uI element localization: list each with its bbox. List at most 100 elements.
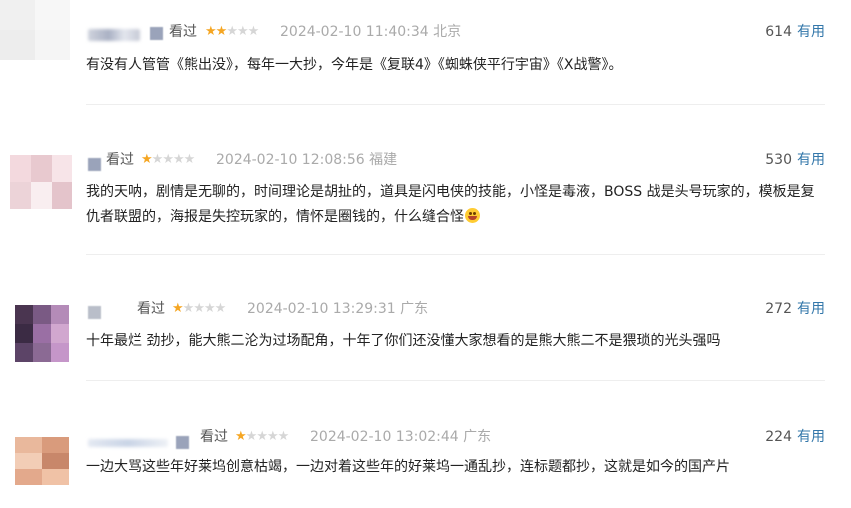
star-filled-icon: ★ xyxy=(235,429,247,444)
username-chip[interactable] xyxy=(88,306,101,319)
timestamp: 2024-02-10 13:29:31 xyxy=(247,301,396,317)
vote-count: 224 xyxy=(765,429,792,445)
vote-area: 530 有用 xyxy=(765,151,825,169)
star-empty-icon: ★ xyxy=(182,301,195,316)
star-empty-icon: ★ xyxy=(256,429,268,444)
comment-time: 2024-02-10 12:08:56 福建 xyxy=(216,151,397,169)
comment-text: 十年最烂 劲抄，能大熊二沦为过场配角，十年了你们还没懂大家想看的是熊大熊二不是猥… xyxy=(86,329,821,354)
star-filled-icon: ★ xyxy=(215,24,228,39)
comment-time: 2024-02-10 11:40:34 北京 xyxy=(280,23,461,41)
watch-status: 看过 xyxy=(169,24,197,40)
avatar-tile xyxy=(35,30,70,60)
avatar-tile xyxy=(52,182,72,209)
vote-area: 224 有用 xyxy=(765,428,825,446)
avatar-tile xyxy=(51,343,69,362)
divider xyxy=(86,380,825,381)
avatar-tile xyxy=(51,305,69,324)
avatar[interactable] xyxy=(0,0,70,60)
useful-button[interactable]: 有用 xyxy=(797,429,825,445)
username-blurred[interactable] xyxy=(88,439,168,447)
vote-count: 530 xyxy=(765,152,792,168)
location: 北京 xyxy=(433,24,462,40)
avatar[interactable] xyxy=(10,155,72,209)
avatar-tile xyxy=(42,469,69,485)
star-filled-icon: ★ xyxy=(205,24,217,39)
avatar-tile xyxy=(33,343,51,362)
avatar-tile xyxy=(52,155,72,182)
useful-button[interactable]: 有用 xyxy=(797,152,825,168)
star-empty-icon: ★ xyxy=(193,301,205,316)
comment-item: 看过 ★★★★★ 2024-02-10 13:02:44 广东 224 有用 一边… xyxy=(0,389,851,508)
avatar-tile xyxy=(15,453,42,469)
star-empty-icon: ★ xyxy=(151,152,164,167)
vote-count: 614 xyxy=(765,24,792,40)
avatar-tile xyxy=(10,155,31,182)
avatar-tile xyxy=(35,0,70,30)
star-rating: ★★★★★ xyxy=(205,23,260,41)
comment-body: 一边大骂这些年好莱坞创意枯竭，一边对着这些年的好莱坞一通乱抄，连标题都抄，这就是… xyxy=(86,459,730,475)
comment-text: 我的天呐，剧情是无聊的，时间理论是胡扯的，道具是闪电侠的技能，小怪是毒液，BOS… xyxy=(86,180,821,230)
star-empty-icon: ★ xyxy=(203,301,216,316)
avatar-tile xyxy=(0,0,35,30)
comment-body: 我的天呐，剧情是无聊的，时间理论是胡扯的，道具是闪电侠的技能，小怪是毒液，BOS… xyxy=(86,184,815,225)
avatar-tile xyxy=(15,437,42,453)
timestamp: 2024-02-10 13:02:44 xyxy=(310,429,459,445)
star-empty-icon: ★ xyxy=(236,24,249,39)
avatar-tile xyxy=(33,324,51,343)
comment-body: 有没有人管管《熊出没》，每年一大抄，今年是《复联4》《蜘蛛侠平行宇宙》《X战警》… xyxy=(86,57,623,73)
star-filled-icon: ★ xyxy=(141,152,153,167)
star-rating: ★★★★★ xyxy=(141,151,196,169)
star-empty-icon: ★ xyxy=(183,152,196,167)
location: 福建 xyxy=(369,152,398,168)
avatar-tile xyxy=(15,305,33,324)
comment-item: 看过 ★★★★★ 2024-02-10 11:40:34 北京 614 有用 有没… xyxy=(0,0,851,105)
username-chip xyxy=(150,27,163,40)
useful-button[interactable]: 有用 xyxy=(797,24,825,40)
vote-area: 272 有用 xyxy=(765,300,825,318)
avatar-tile xyxy=(33,305,51,324)
star-empty-icon: ★ xyxy=(266,429,279,444)
avatar-tile xyxy=(15,469,42,485)
vote-count: 272 xyxy=(765,301,792,317)
username-chip xyxy=(176,436,189,449)
timestamp: 2024-02-10 11:40:34 xyxy=(280,24,429,40)
avatar-tile xyxy=(31,155,52,182)
username-chip[interactable] xyxy=(88,158,101,171)
watch-status: 看过 xyxy=(137,301,165,317)
username-blurred[interactable] xyxy=(88,29,140,41)
star-rating: ★★★★★ xyxy=(235,428,290,446)
comment-body: 十年最烂 劲抄，能大熊二沦为过场配角，十年了你们还没懂大家想看的是熊大熊二不是猥… xyxy=(86,333,721,349)
useful-button[interactable]: 有用 xyxy=(797,301,825,317)
star-empty-icon: ★ xyxy=(245,429,258,444)
comment-item: 看过 ★★★★★ 2024-02-10 13:29:31 广东 272 有用 十年… xyxy=(0,255,851,389)
star-empty-icon: ★ xyxy=(247,24,260,39)
location: 广东 xyxy=(463,429,492,445)
star-empty-icon: ★ xyxy=(277,429,290,444)
comment-time: 2024-02-10 13:29:31 广东 xyxy=(247,300,428,318)
avatar[interactable] xyxy=(15,305,69,362)
avatar-tile xyxy=(15,343,33,362)
comment-item: 看过 ★★★★★ 2024-02-10 12:08:56 福建 530 有用 我的… xyxy=(0,105,851,255)
avatar-tile xyxy=(15,324,33,343)
star-empty-icon: ★ xyxy=(214,301,227,316)
comment-time: 2024-02-10 13:02:44 广东 xyxy=(310,428,491,446)
grinning-sweat-emoji-icon xyxy=(465,208,480,223)
watch-status: 看过 xyxy=(200,429,228,445)
timestamp: 2024-02-10 12:08:56 xyxy=(216,152,365,168)
star-filled-icon: ★ xyxy=(172,301,184,316)
watch-status: 看过 xyxy=(106,152,134,168)
avatar[interactable] xyxy=(15,437,69,485)
star-empty-icon: ★ xyxy=(162,152,174,167)
star-rating: ★★★★★ xyxy=(172,300,227,318)
location: 广东 xyxy=(400,301,429,317)
star-empty-icon: ★ xyxy=(172,152,185,167)
avatar-tile xyxy=(42,437,69,453)
avatar-tile xyxy=(10,182,31,209)
comment-text: 有没有人管管《熊出没》，每年一大抄，今年是《复联4》《蜘蛛侠平行宇宙》《X战警》… xyxy=(86,53,821,78)
avatar-tile xyxy=(31,182,52,209)
vote-area: 614 有用 xyxy=(765,23,825,41)
avatar-tile xyxy=(51,324,69,343)
avatar-tile xyxy=(0,30,35,60)
star-empty-icon: ★ xyxy=(226,24,238,39)
comment-text: 一边大骂这些年好莱坞创意枯竭，一边对着这些年的好莱坞一通乱抄，连标题都抄，这就是… xyxy=(86,455,821,480)
